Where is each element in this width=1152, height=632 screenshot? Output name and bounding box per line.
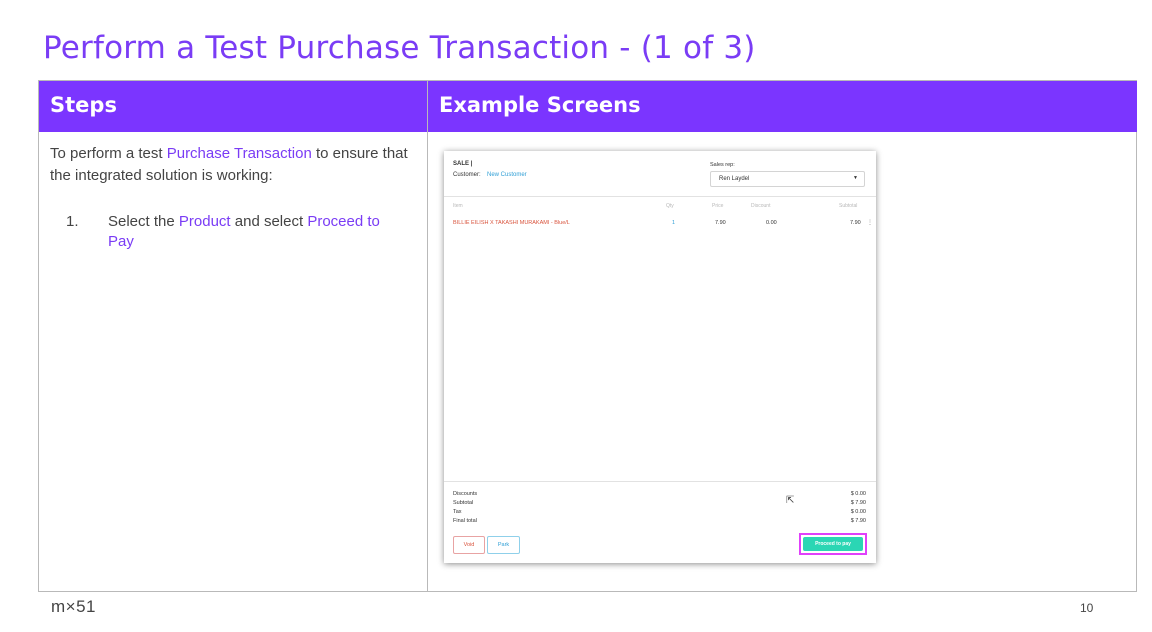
subtotal-value: $ 7.90 [850,500,866,506]
final-total-label: Final total [453,518,477,524]
void-button[interactable]: Void [453,536,485,554]
step-part2: and select [230,213,308,230]
steps-table: Steps Example Screens To perform a test … [38,80,1137,592]
step-part1: Select the [108,213,179,230]
column-divider [427,81,428,591]
totals-divider [444,481,876,482]
customer-label: Customer: [453,172,481,178]
example-screens-header: Example Screens [428,81,1137,132]
row-subtotal: 7.90 [850,220,861,226]
tax-value: $ 0.00 [850,509,866,515]
intro-highlight: Purchase Transaction [166,145,312,162]
page-number: 10 [1080,601,1094,615]
mouse-cursor-icon: ⇱ [786,495,795,506]
sales-rep-select[interactable]: Ren Laydel ▼ [710,171,865,187]
more-options-icon[interactable]: ⋮ [867,219,873,226]
subtotal-label: Subtotal [453,500,474,506]
discounts-value: $ 0.00 [850,491,866,497]
sales-rep-label: Sales rep: [710,162,735,168]
final-total-value: $ 7.90 [850,518,866,524]
step-number: 1. [66,213,79,230]
row-discount: 0.00 [766,220,777,226]
chevron-down-icon: ▼ [853,175,858,181]
intro-prefix: To perform a test [50,145,167,162]
steps-header: Steps [39,81,427,132]
sale-label: SALE | [453,161,473,167]
park-button[interactable]: Park [487,536,520,554]
col-subtotal: Subtotal [839,203,858,209]
proceed-to-pay-button[interactable]: Proceed to pay [803,537,863,551]
step-product: Product [178,213,231,230]
step-text: Select the Product and select Proceed to… [108,212,408,252]
col-discount: Discount [751,203,771,209]
row-qty[interactable]: 1 [672,220,675,226]
header-divider [444,196,876,197]
proceed-highlight: Proceed to pay [799,533,867,555]
col-price: Price [712,203,724,209]
steps-intro: To perform a test Purchase Transaction t… [50,143,410,187]
row-price: 7.90 [715,220,726,226]
mx51-logo: m×51 [51,597,96,616]
pos-screenshot: SALE | Customer: New Customer Sales rep:… [444,151,876,563]
col-qty: Qty [666,203,674,209]
tax-label: Tax [453,509,462,515]
col-item: Item [453,203,463,209]
slide-title: Perform a Test Purchase Transaction - (1… [43,30,756,66]
row-item[interactable]: BILLIE EILISH X TAKASHI MURAKAMI - Blue/… [453,220,570,226]
sales-rep-value: Ren Laydel [719,176,750,182]
new-customer-link[interactable]: New Customer [487,172,527,178]
discounts-label: Discounts [453,491,478,497]
